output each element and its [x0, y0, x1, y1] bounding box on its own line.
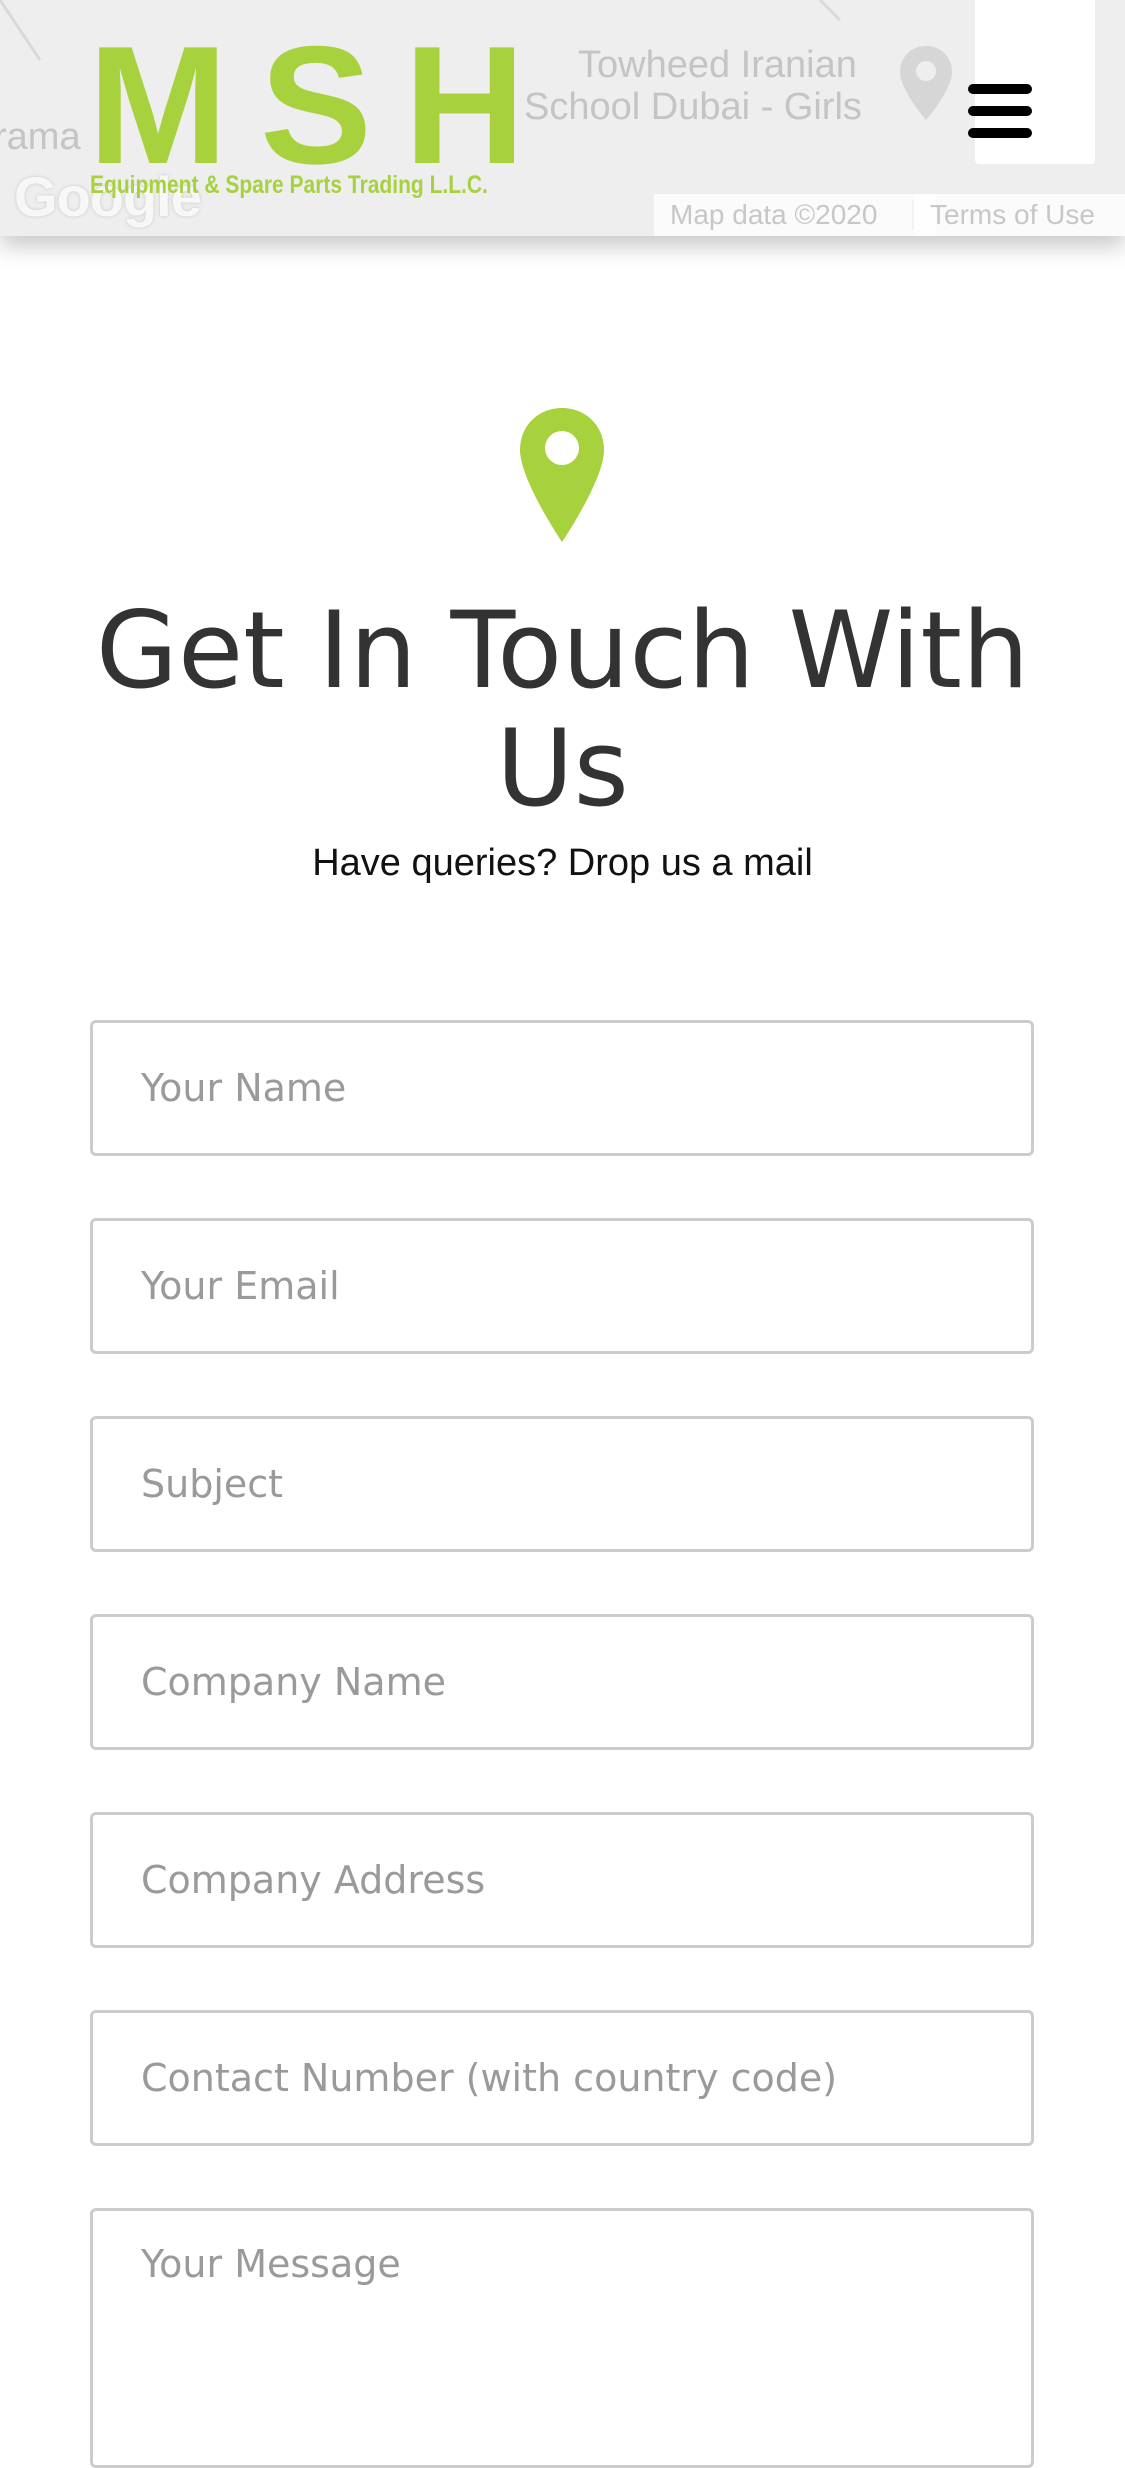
map-terms-link[interactable]: Terms of Use [914, 194, 1125, 236]
menu-bar [968, 106, 1032, 116]
menu-bar [968, 128, 1032, 138]
name-field[interactable] [90, 1020, 1034, 1156]
location-pin-icon [520, 408, 604, 542]
brand-name: MSH [88, 11, 558, 199]
brand-logo[interactable]: MSH Equipment & Spare Parts Trading L.L.… [88, 21, 525, 208]
company-address-field[interactable] [90, 1812, 1034, 1948]
subject-field[interactable] [90, 1416, 1034, 1552]
map-place-label: School Dubai - Girls [524, 86, 862, 128]
message-field[interactable] [90, 2208, 1034, 2468]
map-data-attribution: Map data ©2020 [654, 194, 936, 236]
brand-tagline: Equipment & Spare Parts Trading L.L.C. [90, 171, 488, 199]
map-edge-label: rama [0, 116, 81, 158]
company-name-field[interactable] [90, 1614, 1034, 1750]
hamburger-menu-icon[interactable] [962, 80, 1038, 144]
map-place-label: Towheed Iranian [578, 44, 857, 86]
page-subtitle: Have queries? Drop us a mail [312, 842, 813, 884]
contact-number-field[interactable] [90, 2010, 1034, 2146]
menu-bar [968, 84, 1032, 94]
site-header: Towheed Iranian School Dubai - Girls ram… [0, 0, 1125, 236]
page-title: Get In Touch With Us [95, 589, 1030, 830]
school-marker-icon[interactable] [898, 44, 954, 124]
email-field[interactable] [90, 1218, 1034, 1354]
